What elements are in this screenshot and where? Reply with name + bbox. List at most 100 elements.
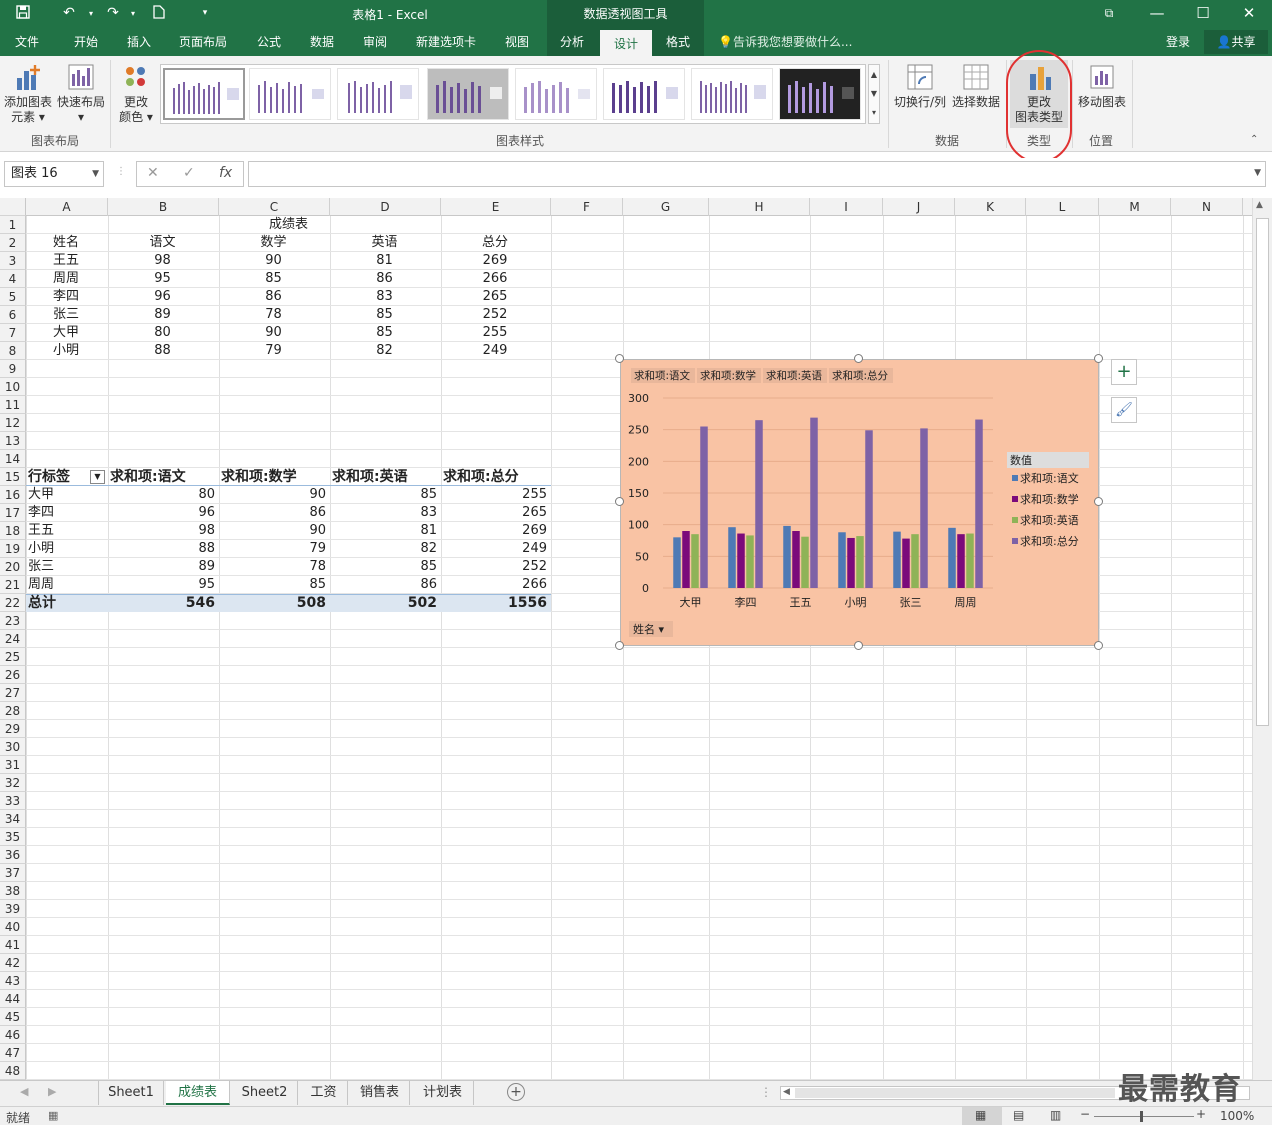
tab-review[interactable]: 审阅 [354, 28, 396, 56]
pivot-cell[interactable]: 90 [221, 486, 326, 504]
table-cell[interactable]: 90 [221, 324, 326, 342]
table-cell[interactable]: 79 [221, 342, 326, 360]
row-header-10[interactable]: 10 [0, 378, 26, 396]
chart-styles-gallery[interactable] [160, 64, 866, 124]
tab-page-layout[interactable]: 页面布局 [172, 28, 234, 56]
row-header-8[interactable]: 8 [0, 342, 26, 360]
bar-2-0[interactable] [783, 525, 791, 588]
customize-qat-icon[interactable]: ▾ [194, 8, 216, 18]
table-cell[interactable]: 大甲 [28, 324, 104, 342]
bar-3-2[interactable] [856, 536, 864, 588]
pivot-cell[interactable]: 86 [221, 504, 326, 522]
row-header-44[interactable]: 44 [0, 990, 26, 1008]
zoom-slider[interactable] [1094, 1116, 1194, 1117]
row-header-35[interactable]: 35 [0, 828, 26, 846]
chart-handle-tl[interactable] [615, 354, 624, 363]
maximize-button[interactable]: ☐ [1180, 0, 1226, 28]
select-all-corner[interactable] [0, 198, 26, 216]
undo-dropdown-icon[interactable]: ▾ [80, 9, 102, 18]
row-header-18[interactable]: 18 [0, 522, 26, 540]
tab-format[interactable]: 格式 [656, 28, 700, 56]
pivot-cell[interactable]: 78 [221, 558, 326, 576]
field-button-3[interactable]: 求和项:英语 [766, 369, 823, 382]
close-button[interactable]: ✕ [1226, 0, 1272, 28]
column-header-l[interactable]: L [1026, 198, 1099, 216]
chart-handle-bl[interactable] [615, 641, 624, 650]
bar-1-2[interactable] [746, 535, 754, 588]
table-cell[interactable]: 周周 [28, 270, 104, 288]
pivot-cell[interactable]: 85 [221, 576, 326, 594]
table-cell[interactable]: 95 [110, 270, 215, 288]
table-cell[interactable]: 86 [332, 270, 437, 288]
chart-handle-tc[interactable] [854, 354, 863, 363]
bar-0-0[interactable] [673, 537, 681, 588]
chart-handle-bc[interactable] [854, 641, 863, 650]
bar-1-1[interactable] [737, 533, 745, 588]
table-cell[interactable]: 88 [110, 342, 215, 360]
normal-view-button[interactable]: ▦ [962, 1107, 1002, 1125]
chart-style-5[interactable] [515, 68, 597, 120]
table-cell[interactable]: 81 [332, 252, 437, 270]
chart-style-2[interactable] [249, 68, 331, 120]
scroll-thumb[interactable] [1256, 218, 1269, 726]
table-cell[interactable]: 王五 [28, 252, 104, 270]
bar-2-3[interactable] [810, 417, 818, 588]
gallery-scroll[interactable]: ▲ ▼ ▾ [868, 64, 880, 124]
row-header-33[interactable]: 33 [0, 792, 26, 810]
bar-2-1[interactable] [792, 531, 800, 588]
row-header-47[interactable]: 47 [0, 1044, 26, 1062]
bar-3-1[interactable] [847, 537, 855, 588]
row-header-30[interactable]: 30 [0, 738, 26, 756]
bar-1-3[interactable] [755, 420, 763, 588]
chart-style-3[interactable] [337, 68, 419, 120]
row-header-46[interactable]: 46 [0, 1026, 26, 1044]
chart-style-8[interactable] [779, 68, 861, 120]
table-header[interactable]: 数学 [221, 234, 326, 252]
bar-0-3[interactable] [700, 426, 708, 589]
table-cell[interactable]: 张三 [28, 306, 104, 324]
tab-new-tab[interactable]: 新建选项卡 [408, 28, 484, 56]
page-break-view-icon[interactable]: ▥ [1050, 1108, 1061, 1122]
row-header-41[interactable]: 41 [0, 936, 26, 954]
pivot-cell[interactable]: 王五 [28, 522, 104, 540]
row-header-9[interactable]: 9 [0, 360, 26, 378]
bar-0-1[interactable] [682, 531, 690, 588]
row-header-21[interactable]: 21 [0, 576, 26, 594]
pivot-cell[interactable]: 265 [443, 504, 547, 522]
row-header-11[interactable]: 11 [0, 396, 26, 414]
bar-4-2[interactable] [911, 534, 919, 588]
hscroll-thumb[interactable] [795, 1088, 1115, 1098]
change-colors-button[interactable]: 更改 颜色 ▾ [114, 62, 158, 125]
pivot-cell[interactable]: 张三 [28, 558, 104, 576]
row-header-15[interactable]: 15 [0, 468, 26, 486]
table-cell[interactable]: 98 [110, 252, 215, 270]
bar-2-2[interactable] [801, 536, 809, 588]
column-header-e[interactable]: E [441, 198, 551, 216]
table-cell[interactable]: 89 [110, 306, 215, 324]
column-header-d[interactable]: D [330, 198, 441, 216]
field-button-1[interactable]: 求和项:语文 [634, 369, 691, 382]
add-chart-element-button[interactable]: 添加图表 元素 ▾ [2, 62, 54, 125]
column-header-h[interactable]: H [709, 198, 810, 216]
table-cell[interactable]: 78 [221, 306, 326, 324]
sheet-tab-sheet1[interactable]: Sheet1 [98, 1081, 164, 1105]
tell-me-box[interactable]: 💡告诉我您想要做什么... [718, 28, 852, 56]
pivot-cell[interactable]: 86 [332, 576, 437, 594]
row-header-5[interactable]: 5 [0, 288, 26, 306]
gallery-down-icon[interactable]: ▼ [869, 84, 879, 103]
row-header-2[interactable]: 2 [0, 234, 26, 252]
table-cell[interactable]: 269 [443, 252, 547, 270]
table-cell[interactable]: 85 [332, 306, 437, 324]
row-header-6[interactable]: 6 [0, 306, 26, 324]
table-cell[interactable]: 265 [443, 288, 547, 306]
row-header-43[interactable]: 43 [0, 972, 26, 990]
chart-handle-ml[interactable] [615, 497, 624, 506]
pivot-total-cell[interactable]: 546 [110, 594, 215, 612]
column-header-j[interactable]: J [883, 198, 955, 216]
row-header-12[interactable]: 12 [0, 414, 26, 432]
sheet-tab-scores[interactable]: 成绩表 [166, 1081, 230, 1105]
pivot-cell[interactable]: 88 [110, 540, 215, 558]
sheet-tab-sales[interactable]: 销售表 [350, 1081, 410, 1105]
table-header[interactable]: 语文 [110, 234, 215, 252]
cancel-icon[interactable]: ✕ [147, 165, 159, 181]
